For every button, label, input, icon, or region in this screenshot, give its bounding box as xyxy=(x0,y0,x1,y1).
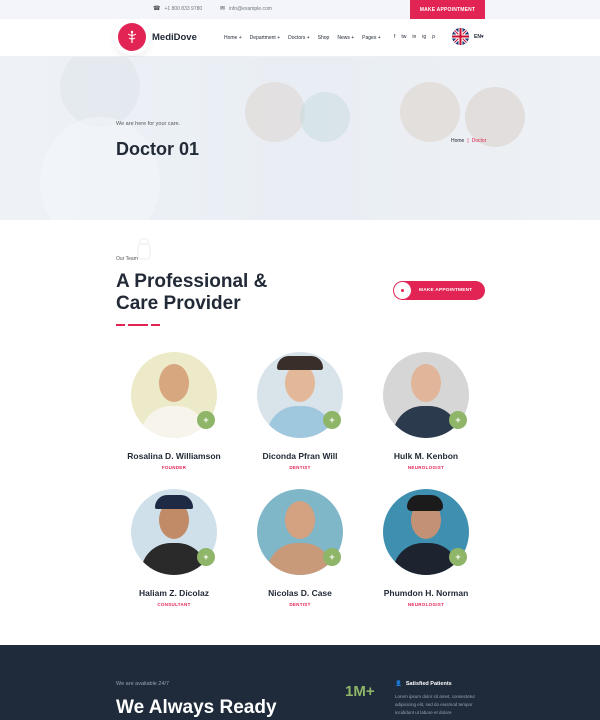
page-hero: We are here for your care. Doctor 01 Hom… xyxy=(0,57,600,220)
hero-bg-figure xyxy=(400,82,460,142)
page-title: Doctor 01 xyxy=(116,139,200,159)
hero-subtitle: We are here for your care. xyxy=(116,121,181,127)
stat-description: Lorem ipsum dolor sit amet, consectetur … xyxy=(395,694,476,715)
email-contact[interactable]: ✉ info@example.com xyxy=(220,5,272,13)
section-title-line1: A Professional & xyxy=(116,271,268,292)
facebook-icon[interactable]: f xyxy=(394,34,395,40)
site-header: MediDove Home + Department + Doctors + S… xyxy=(0,19,600,57)
instagram-icon[interactable]: ig xyxy=(422,34,426,40)
hero-bg-figure xyxy=(300,92,350,142)
availability-band: We are available 24/7 We Always Ready 1M… xyxy=(0,645,600,720)
title-underline xyxy=(116,324,125,326)
nav-pages[interactable]: Pages + xyxy=(362,35,381,41)
cap-shape xyxy=(155,495,193,509)
hat-shape xyxy=(277,356,323,370)
section-title-line2: Care Provider xyxy=(116,293,241,314)
hero-bg-figure xyxy=(245,82,305,142)
person-head xyxy=(159,364,189,402)
patients-stat: 1M+ xyxy=(345,683,375,700)
doctor-role: NEUROLOGIST xyxy=(407,465,445,470)
doctor-name[interactable]: Hulk M. Kenbon xyxy=(346,451,506,461)
plus-icon[interactable]: + xyxy=(323,411,341,429)
brand-name: MediDove xyxy=(152,32,197,43)
person-head xyxy=(285,501,315,539)
phone-contact[interactable]: ☎ +1 800 833 9780 xyxy=(153,5,203,13)
email-address: info@example.com xyxy=(229,5,272,12)
person-head xyxy=(411,364,441,402)
band-title: We Always Ready xyxy=(116,697,277,718)
title-underline xyxy=(151,324,160,326)
pinterest-icon[interactable]: p xyxy=(432,34,435,40)
plus-icon[interactable]: + xyxy=(449,411,467,429)
section-eyebrow: Our Team xyxy=(116,256,138,262)
dot-icon xyxy=(394,282,411,299)
hair-shape xyxy=(407,495,443,511)
hero-bg-figure xyxy=(40,117,160,220)
breadcrumb-home[interactable]: Home xyxy=(451,138,464,144)
uk-flag-icon[interactable] xyxy=(452,28,469,45)
stat-heading-text: Satisfied Patients xyxy=(405,681,452,687)
logo[interactable] xyxy=(114,19,150,55)
phone-icon: ☎ xyxy=(153,6,161,12)
nav-shop[interactable]: Shop xyxy=(318,35,330,41)
make-appointment-button[interactable]: MAKE APPOINTMENT xyxy=(393,281,485,300)
nav-news[interactable]: News + xyxy=(337,35,354,41)
twitter-icon[interactable]: tw xyxy=(401,34,406,40)
language-selector[interactable]: EN▾ xyxy=(474,34,483,40)
main-nav: Home + Department + Doctors + Shop News … xyxy=(224,35,381,41)
breadcrumb-separator: | xyxy=(467,138,469,144)
nav-home[interactable]: Home + xyxy=(224,35,242,41)
plus-icon[interactable]: + xyxy=(323,548,341,566)
breadcrumb-current: Doctor xyxy=(471,138,487,144)
band-subtitle: We are available 24/7 xyxy=(116,681,170,687)
stat-heading: 👤 Satisfied Patients xyxy=(395,681,452,687)
section-title: A Professional & Care Provider xyxy=(116,271,316,315)
appointment-label: MAKE APPOINTMENT xyxy=(419,288,473,293)
linkedin-icon[interactable]: in xyxy=(412,34,416,40)
nav-doctors[interactable]: Doctors + xyxy=(288,35,310,41)
plus-icon[interactable]: + xyxy=(197,548,215,566)
plus-icon[interactable]: + xyxy=(449,548,467,566)
user-icon: 👤 xyxy=(395,681,402,687)
social-links: f tw in ig p xyxy=(394,34,435,40)
top-appointment-button[interactable]: MAKE APPOINTMENT xyxy=(410,0,485,19)
mail-icon: ✉ xyxy=(220,6,226,12)
top-bar: ☎ +1 800 833 9780 ✉ info@example.com MAK… xyxy=(0,0,600,19)
breadcrumb: Home | Doctor xyxy=(451,138,486,144)
title-underline xyxy=(128,324,148,326)
phone-number: +1 800 833 9780 xyxy=(164,5,203,12)
nav-department[interactable]: Department + xyxy=(250,35,280,41)
doctor-role: NEUROLOGIST xyxy=(407,602,445,607)
plus-icon[interactable]: + xyxy=(197,411,215,429)
caduceus-icon xyxy=(118,23,146,51)
doctor-name[interactable]: Phumdon H. Norman xyxy=(346,588,506,598)
